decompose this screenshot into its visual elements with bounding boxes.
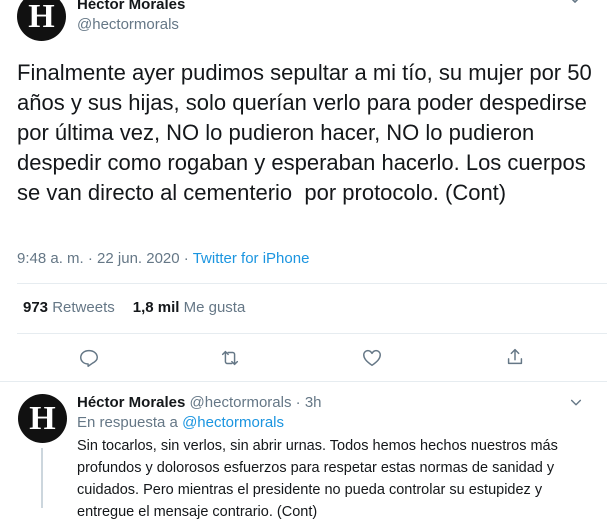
tweet-date[interactable]: 22 jun. 2020: [97, 250, 180, 267]
meta-separator: ·: [183, 250, 189, 267]
tweet-actions: [0, 340, 607, 374]
chevron-down-icon[interactable]: [567, 0, 583, 8]
avatar-letter: H: [28, 0, 55, 35]
retweet-icon[interactable]: [219, 347, 241, 369]
thread-line: [41, 448, 43, 508]
reply-header: Héctor Morales @hectormorals · 3h: [77, 394, 322, 411]
reply-icon[interactable]: [78, 347, 100, 369]
author-name[interactable]: Héctor Morales: [77, 0, 185, 13]
in-reply-prefix: En respuesta a: [77, 414, 178, 431]
likes-stat[interactable]: 1,8 mil Me gusta: [133, 299, 246, 316]
divider: [17, 283, 607, 284]
chevron-down-icon[interactable]: [569, 396, 583, 410]
tweet-time[interactable]: 9:48 a. m.: [17, 250, 84, 267]
tweet-text: Finalmente ayer pudimos sepultar a mi tí…: [17, 60, 598, 205]
author-handle[interactable]: @hectormorals: [77, 16, 179, 33]
in-reply-handle-link[interactable]: @hectormorals: [182, 414, 284, 431]
reply-text: Sin tocarlos, sin verlos, sin abrir urna…: [77, 438, 558, 520]
heart-icon[interactable]: [361, 347, 383, 369]
reply-author-name[interactable]: Héctor Morales: [77, 394, 185, 411]
retweets-label: Retweets: [52, 299, 115, 316]
tweet-meta: 9:48 a. m. · 22 jun. 2020 · Twitter for …: [17, 250, 309, 267]
in-reply-to: En respuesta a @hectormorals: [77, 414, 284, 431]
retweets-stat[interactable]: 973 Retweets: [23, 299, 115, 316]
retweets-count: 973: [23, 299, 49, 316]
likes-count: 1,8 mil: [132, 299, 180, 316]
tweet-stats: 973 Retweets 1,8 mil Me gusta: [23, 299, 245, 316]
reply-author-handle[interactable]: @hectormorals: [190, 394, 292, 411]
avatar[interactable]: H: [17, 0, 66, 41]
reply-separator: ·: [295, 394, 301, 411]
meta-separator: ·: [87, 250, 93, 267]
main-tweet: H Héctor Morales @hectormorals Finalment…: [0, 0, 607, 382]
tweet-source-link[interactable]: Twitter for iPhone: [193, 250, 310, 267]
avatar[interactable]: H: [18, 394, 67, 443]
likes-label: Me gusta: [183, 299, 246, 316]
divider: [17, 333, 607, 334]
avatar-letter: H: [29, 399, 56, 437]
reply-tweet[interactable]: H Héctor Morales @hectormorals · 3h En r…: [0, 382, 607, 523]
reply-time[interactable]: 3h: [305, 394, 322, 411]
share-icon[interactable]: [504, 346, 526, 368]
